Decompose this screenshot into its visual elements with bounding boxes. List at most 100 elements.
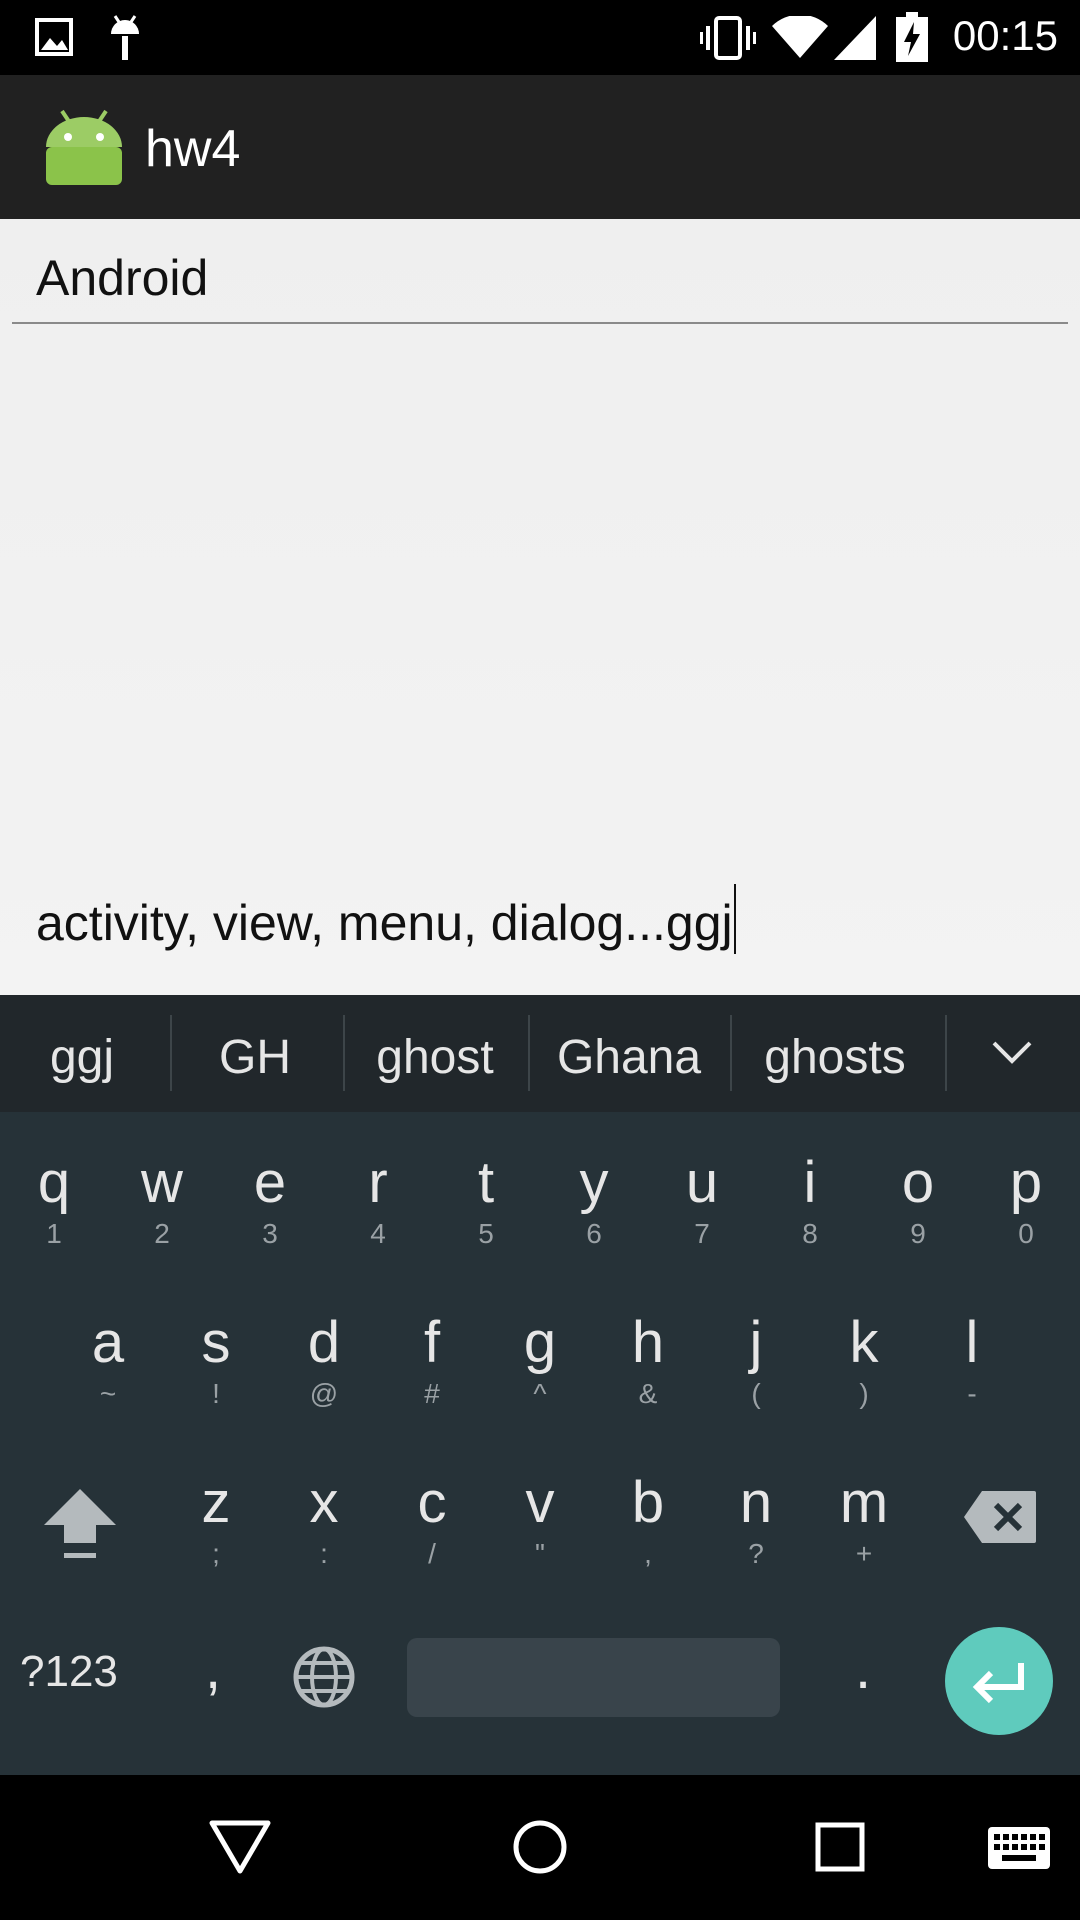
key-hint: 7 xyxy=(694,1218,710,1249)
suggestion-3[interactable]: ghost xyxy=(355,1030,515,1085)
key-k[interactable]: k) xyxy=(810,1313,918,1409)
gallery-notification-icon xyxy=(35,18,73,56)
key-d[interactable]: d @ xyxy=(270,1313,378,1409)
key-w[interactable]: w2 xyxy=(108,1153,216,1249)
navigation-bar xyxy=(0,1775,1080,1920)
android-app-icon xyxy=(46,109,122,185)
suggestion-5[interactable]: ghosts xyxy=(745,1030,925,1085)
key-hint: 8 xyxy=(802,1218,818,1249)
comma-key[interactable]: , xyxy=(205,1635,221,1702)
clock: 00:15 xyxy=(952,12,1058,59)
key-hint: 0 xyxy=(1018,1218,1034,1249)
key-label: m xyxy=(839,1470,889,1535)
key-hint: # xyxy=(424,1378,440,1409)
back-icon[interactable] xyxy=(208,1819,272,1875)
key-c[interactable]: c / xyxy=(378,1473,486,1569)
divider xyxy=(170,1015,172,1091)
period-key[interactable]: . xyxy=(855,1635,871,1702)
name-input-underline xyxy=(12,322,1068,324)
key-hint: 3 xyxy=(262,1218,278,1249)
key-hint: 9 xyxy=(910,1218,926,1249)
symbols-key[interactable]: ?123 xyxy=(20,1647,118,1697)
home-icon[interactable] xyxy=(512,1819,568,1875)
key-label: u xyxy=(685,1150,719,1215)
key-label: f xyxy=(423,1310,441,1375)
key-n[interactable]: n? xyxy=(702,1473,810,1569)
key-hint: - xyxy=(967,1378,977,1409)
divider xyxy=(730,1015,732,1091)
key-label: s xyxy=(201,1310,231,1375)
key-s[interactable]: s! xyxy=(162,1313,270,1409)
name-input-text: Android xyxy=(36,250,209,306)
key-label: a xyxy=(91,1310,125,1375)
key-hint: ( xyxy=(751,1378,761,1409)
action-bar: hw4 xyxy=(0,75,1080,219)
topics-input[interactable]: activity, view, menu, dialog...ggj xyxy=(36,884,736,954)
key-hint: 1 xyxy=(46,1218,62,1249)
key-hint: : xyxy=(320,1538,328,1569)
key-hint: ) xyxy=(859,1378,869,1409)
key-t[interactable]: t5 xyxy=(432,1153,540,1249)
globe-icon[interactable] xyxy=(292,1645,356,1709)
key-o[interactable]: o9 xyxy=(864,1153,972,1249)
key-u[interactable]: u7 xyxy=(648,1153,756,1249)
content-area: Android activity, view, menu, dialog...g… xyxy=(0,219,1080,995)
wifi-icon xyxy=(772,16,828,58)
shift-key[interactable] xyxy=(42,1487,118,1563)
key-l[interactable]: l- xyxy=(918,1313,1026,1409)
key-label: l xyxy=(965,1310,979,1375)
key-hint: ! xyxy=(212,1378,220,1409)
key-hint: ? xyxy=(748,1538,764,1569)
signal-icon xyxy=(834,16,876,60)
key-g[interactable]: g ^ xyxy=(486,1313,594,1409)
composing-text: ggj xyxy=(665,895,733,951)
key-m[interactable]: m + xyxy=(810,1473,918,1569)
key-hint: + xyxy=(855,1538,873,1569)
key-label: y xyxy=(579,1150,609,1215)
key-p[interactable]: p0 xyxy=(972,1153,1080,1249)
key-label: p xyxy=(1009,1150,1043,1215)
topics-input-text: activity, view, menu, dialog... xyxy=(36,895,666,951)
key-label: h xyxy=(631,1310,665,1375)
backspace-key[interactable] xyxy=(962,1489,1038,1545)
key-h[interactable]: h & xyxy=(594,1313,702,1409)
key-b[interactable]: b, xyxy=(594,1473,702,1569)
key-hint: " xyxy=(535,1538,545,1569)
key-label: n xyxy=(739,1470,773,1535)
status-bar: 00:15 xyxy=(0,0,1080,75)
key-x[interactable]: x: xyxy=(270,1473,378,1569)
key-r[interactable]: r4 xyxy=(324,1153,432,1249)
key-f[interactable]: f # xyxy=(378,1313,486,1409)
key-z[interactable]: z; xyxy=(162,1473,270,1569)
key-label: e xyxy=(253,1150,287,1215)
key-label: o xyxy=(901,1150,935,1215)
key-label: t xyxy=(477,1150,495,1215)
key-hint: / xyxy=(428,1538,436,1569)
app-title: hw4 xyxy=(145,120,241,178)
key-label: q xyxy=(37,1150,71,1215)
key-q[interactable]: q1 xyxy=(0,1153,108,1249)
key-label: g xyxy=(523,1310,557,1375)
key-y[interactable]: y6 xyxy=(540,1153,648,1249)
key-a[interactable]: a ~ xyxy=(54,1313,162,1409)
key-v[interactable]: v " xyxy=(486,1473,594,1569)
key-hint: 2 xyxy=(154,1218,170,1249)
chevron-down-icon[interactable] xyxy=(990,1037,1034,1067)
recents-icon[interactable] xyxy=(814,1821,866,1873)
suggestion-strip: ggj GH ghost Ghana ghosts xyxy=(0,995,1080,1112)
suggestion-4[interactable]: Ghana xyxy=(540,1030,718,1085)
suggestion-1[interactable]: ggj xyxy=(22,1030,142,1085)
enter-key[interactable] xyxy=(945,1627,1053,1735)
key-label: b xyxy=(631,1470,665,1535)
key-label: r xyxy=(368,1150,388,1215)
vibrate-icon xyxy=(700,16,756,60)
key-e[interactable]: e3 xyxy=(216,1153,324,1249)
key-j[interactable]: j( xyxy=(702,1313,810,1409)
key-i[interactable]: i8 xyxy=(756,1153,864,1249)
key-label: z xyxy=(201,1470,231,1535)
space-bar[interactable] xyxy=(407,1638,780,1717)
key-label: w xyxy=(141,1150,183,1215)
suggestion-2[interactable]: GH xyxy=(195,1030,315,1085)
key-hint: ; xyxy=(212,1538,220,1569)
keyboard-switch-icon[interactable] xyxy=(988,1827,1050,1869)
